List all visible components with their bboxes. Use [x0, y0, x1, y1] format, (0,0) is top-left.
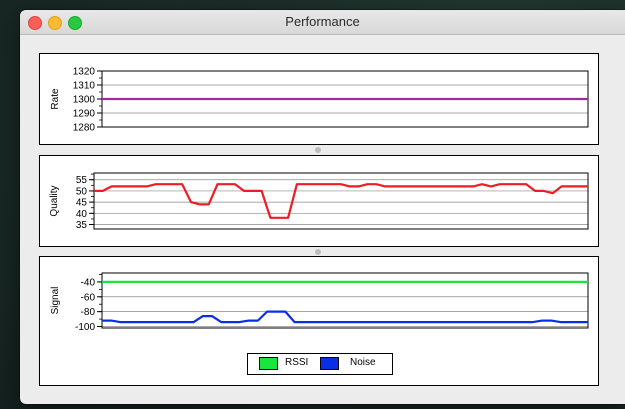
- legend-swatch-noise: [320, 357, 339, 370]
- rate-chart: 1320 1310 1300 1290 1280 Rate: [50, 67, 589, 134]
- quality-chart: 5550454035 Quality: [49, 172, 589, 231]
- y-tick-label: 1310: [73, 81, 96, 92]
- y-axis-label: Rate: [50, 88, 61, 110]
- series-line-series-1: [94, 183, 588, 219]
- y-axis-label: Quality: [49, 185, 60, 216]
- y-tick-label: 35: [76, 220, 88, 231]
- y-tick-label: -100: [75, 322, 95, 333]
- y-axis-label: Signal: [50, 287, 61, 315]
- y-tick-label: 45: [76, 198, 88, 209]
- legend-swatch-rssi: [259, 357, 278, 370]
- performance-window: Performance 1320 1310 1300 1290 1280 Rate 55 5…: [20, 10, 625, 404]
- title-bar: Performance: [20, 10, 625, 35]
- quality-chart-panel: 55 50 45 40 35 Quality: [39, 155, 599, 247]
- y-tick-label: 1300: [73, 95, 96, 106]
- signal-chart-panel: -40 -60 -80 -100 Signal RSSI Noise: [39, 256, 599, 386]
- y-tick-label: 1280: [73, 123, 96, 134]
- legend-label-noise: Noise: [350, 357, 376, 368]
- series-line-noise: [102, 310, 588, 324]
- splitter-handle-1[interactable]: [315, 147, 321, 153]
- y-tick-label: 1290: [73, 109, 96, 120]
- chart-legend: RSSI Noise: [247, 353, 393, 375]
- y-tick-label: 50: [76, 186, 88, 197]
- y-tick-label: 55: [76, 175, 88, 186]
- y-tick-label: 40: [76, 209, 88, 220]
- plot-frame: [93, 172, 589, 230]
- splitter-handle-2[interactable]: [315, 249, 321, 255]
- window-title: Performance: [285, 14, 360, 29]
- y-tick-label: -40: [81, 277, 96, 288]
- y-tick-label: 1320: [73, 67, 96, 78]
- y-tick-label: -80: [81, 307, 96, 318]
- legend-label-rssi: RSSI: [285, 357, 309, 368]
- y-tick-label: -60: [81, 292, 96, 303]
- rate-chart-panel: 1320 1310 1300 1290 1280 Rate: [39, 53, 599, 145]
